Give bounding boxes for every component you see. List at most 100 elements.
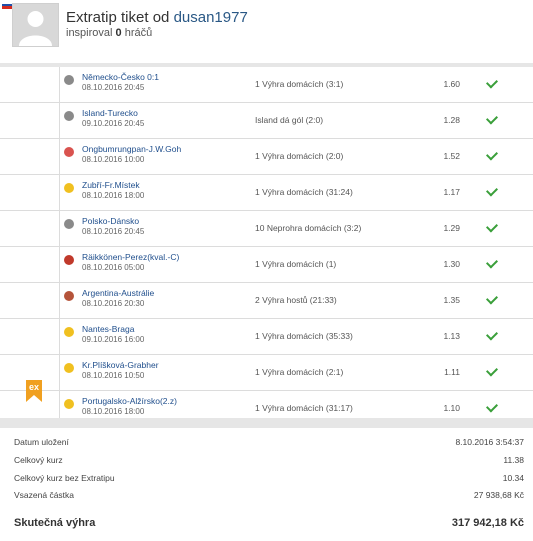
match-date: 08.10.2016 20:45 xyxy=(82,227,145,236)
page-title: Extratip tiket od dusan1977 xyxy=(66,9,248,26)
bet-odd: 1.28 xyxy=(443,115,460,125)
match-date: 08.10.2016 05:00 xyxy=(82,263,145,272)
summary-win: Skutečná výhra 317 942,18 Kč xyxy=(14,517,524,529)
odds-no-extra-label: Celkový kurz bez Extratipu xyxy=(14,473,115,483)
bet-odd: 1.52 xyxy=(443,151,460,161)
bet-row-marker xyxy=(0,139,60,174)
ribbon-tail-icon xyxy=(26,395,42,402)
soccer-ball-icon xyxy=(64,111,74,121)
stake-label: Vsazená částka xyxy=(14,490,75,500)
inspired-suffix: hráčů xyxy=(124,27,153,39)
country-flag-icon xyxy=(2,1,12,9)
checkmark-icon xyxy=(485,148,499,161)
total-odds-label: Celkový kurz xyxy=(14,455,63,465)
bet-odd: 1.17 xyxy=(443,187,460,197)
bet-row: Ongbumrungpan-J.W.Goh 08.10.2016 10:00 1 V… xyxy=(0,139,533,175)
match-link[interactable]: Räikkönen-Perez(kval.-C) xyxy=(82,252,179,262)
checkmark-icon xyxy=(485,328,499,341)
bet-tip: 1 Výhra domácích (31:24) xyxy=(255,187,353,197)
bet-row: Island-Turecko 09.10.2016 20:45 Island dá … xyxy=(0,103,533,139)
bet-odd: 1.29 xyxy=(443,223,460,233)
bet-tip: 1 Výhra domácích (1) xyxy=(255,259,337,269)
bet-row-marker xyxy=(0,103,60,138)
bet-row: Nantes-Braga 09.10.2016 16:00 1 Výhra domá… xyxy=(0,319,533,355)
match-link[interactable]: Nantes-Braga xyxy=(82,324,134,334)
checkmark-icon xyxy=(485,292,499,305)
handball-icon xyxy=(64,327,74,337)
handball-icon xyxy=(64,183,74,193)
soccer-ball-icon xyxy=(64,219,74,229)
match-date: 08.10.2016 10:00 xyxy=(82,155,145,164)
bet-row: Kr.Plíšková-Grabher 08.10.2016 10:50 1 Výh… xyxy=(0,355,533,391)
match-link[interactable]: Ongbumrungpan-J.W.Goh xyxy=(82,144,181,154)
handball-icon xyxy=(64,399,74,409)
match-date: 09.10.2016 20:45 xyxy=(82,119,145,128)
summary-saved: Datum uložení 8.10.2016 3:54:37 xyxy=(14,437,524,447)
bet-row: Räikkönen-Perez(kval.-C) 08.10.2016 05:00… xyxy=(0,247,533,283)
bet-odd: 1.10 xyxy=(443,403,460,413)
match-date: 08.10.2016 20:45 xyxy=(82,83,145,92)
formula-car-icon xyxy=(64,255,74,265)
bet-tip: Island dá gól (2:0) xyxy=(255,115,324,125)
checkmark-icon xyxy=(485,220,499,233)
checkmark-icon xyxy=(485,184,499,197)
bet-row-marker xyxy=(0,211,60,246)
bet-odd: 1.35 xyxy=(443,295,460,305)
bet-tip: 10 Neprohra domácích (3:2) xyxy=(255,223,362,233)
total-odds-value: 11.38 xyxy=(503,455,524,465)
bet-tip: 2 Výhra hostů (21:33) xyxy=(255,295,337,305)
match-link[interactable]: Zubří-Fr.Místek xyxy=(82,180,140,190)
bet-row-marker xyxy=(0,283,60,318)
checkmark-icon xyxy=(485,400,499,413)
saved-value: 8.10.2016 3:54:37 xyxy=(455,437,524,447)
inspired-prefix: inspiroval xyxy=(66,27,113,39)
summary-odds-no-extratip: Celkový kurz bez Extratipu 10.34 xyxy=(14,473,524,483)
bet-row-marker xyxy=(0,175,60,210)
match-link[interactable]: Kr.Plíšková-Grabher xyxy=(82,360,159,370)
bet-row-marker xyxy=(0,247,60,282)
stake-value: 27 938,68 Kč xyxy=(473,490,524,500)
checkmark-icon xyxy=(485,76,499,89)
title-prefix: Extratip tiket od xyxy=(66,9,170,26)
bet-tip: 1 Výhra domácích (35:33) xyxy=(255,331,353,341)
bet-row: Argentina-Austrálie 08.10.2016 20:30 2 Výh… xyxy=(0,283,533,319)
match-date: 08.10.2016 20:30 xyxy=(82,299,145,308)
saved-label: Datum uložení xyxy=(14,437,69,447)
bet-tip: 1 Výhra domácích (3:1) xyxy=(255,79,344,89)
bet-odd: 1.13 xyxy=(443,331,460,341)
bet-tip: 1 Výhra domácích (2:0) xyxy=(255,151,344,161)
bet-row-marker xyxy=(0,319,60,354)
badminton-icon xyxy=(64,147,74,157)
inspired-number: 0 xyxy=(115,27,122,39)
extratip-badge-label: ex xyxy=(26,380,42,395)
bet-tip: 1 Výhra domácích (2:1) xyxy=(255,367,344,377)
odds-no-extra-value: 10.34 xyxy=(502,473,524,483)
match-link[interactable]: Polsko-Dánsko xyxy=(82,216,139,226)
match-link[interactable]: Německo-Česko 0:1 xyxy=(82,72,159,82)
win-label: Skutečná výhra xyxy=(14,517,96,529)
divider xyxy=(0,418,533,428)
summary-stake: Vsazená částka 27 938,68 Kč xyxy=(14,490,524,500)
rugby-ball-icon xyxy=(64,291,74,301)
username-link[interactable]: dusan1977 xyxy=(174,9,248,26)
tennis-ball-icon xyxy=(64,363,74,373)
match-link[interactable]: Island-Turecko xyxy=(82,108,138,118)
match-link[interactable]: Portugalsko-Alžírsko(2.z) xyxy=(82,396,177,406)
checkmark-icon xyxy=(485,364,499,377)
soccer-ball-icon xyxy=(64,75,74,85)
bet-tip: 1 Výhra domácích (31:17) xyxy=(255,403,353,413)
match-date: 08.10.2016 18:00 xyxy=(82,191,145,200)
bets-list: Německo-Česko 0:1 08.10.2016 20:45 1 Výhra… xyxy=(0,67,533,427)
inspired-count: inspiroval 0 hráčů xyxy=(66,27,152,39)
user-silhouette-icon xyxy=(19,11,52,46)
checkmark-icon xyxy=(485,112,499,125)
bet-row-marker xyxy=(0,67,60,102)
bet-row: Německo-Česko 0:1 08.10.2016 20:45 1 Výhra… xyxy=(0,67,533,103)
match-date: 08.10.2016 10:50 xyxy=(82,371,145,380)
match-date: 09.10.2016 16:00 xyxy=(82,335,145,344)
bet-row: Zubří-Fr.Místek 08.10.2016 18:00 1 Výhra d… xyxy=(0,175,533,211)
summary-total-odds: Celkový kurz 11.38 xyxy=(14,455,524,465)
avatar[interactable] xyxy=(12,3,59,47)
match-link[interactable]: Argentina-Austrálie xyxy=(82,288,154,298)
bet-odd: 1.11 xyxy=(444,367,460,377)
